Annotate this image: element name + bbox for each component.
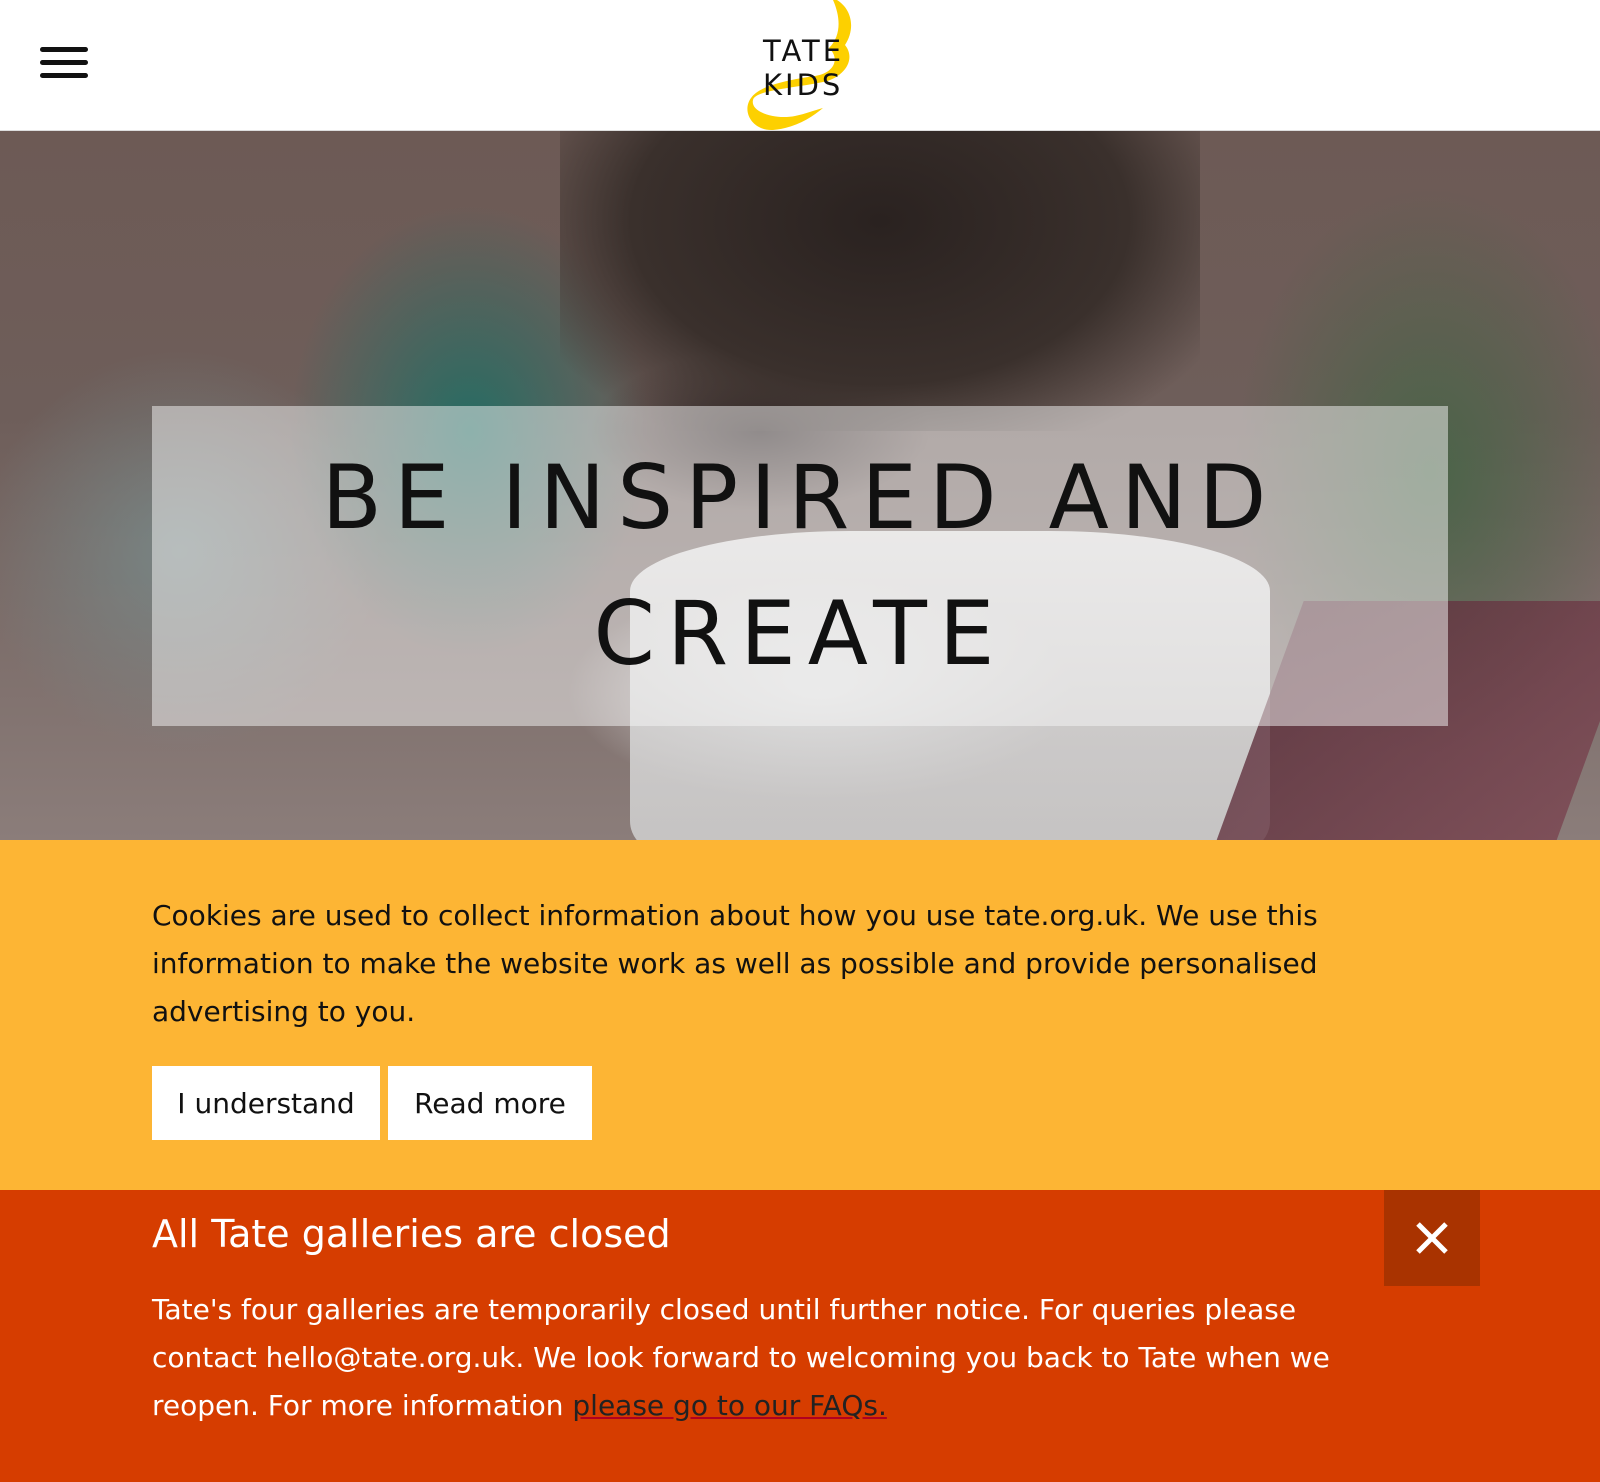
close-icon	[1416, 1222, 1448, 1254]
logo-text: TATE KIDS	[763, 34, 844, 102]
site-header: TATE KIDS	[0, 0, 1600, 131]
hero-title-box: BE INSPIRED AND CREATE	[152, 406, 1448, 726]
logo-line-1: TATE	[763, 34, 845, 68]
alert-body: Tate's four galleries are temporarily cl…	[152, 1286, 1362, 1430]
close-alert-button[interactable]	[1384, 1190, 1480, 1286]
alert-title: All Tate galleries are closed	[152, 1212, 671, 1256]
faqs-link[interactable]: please go to our FAQs.	[572, 1389, 886, 1422]
hamburger-menu-icon[interactable]	[40, 45, 88, 81]
logo-line-2: KIDS	[763, 68, 844, 102]
i-understand-button[interactable]: I understand	[152, 1066, 380, 1140]
hero-title: BE INSPIRED AND CREATE	[321, 446, 1279, 685]
hero-image-hair	[560, 131, 1200, 431]
cookie-message: Cookies are used to collect information …	[152, 899, 1318, 1028]
closure-alert: All Tate galleries are closed Tate's fou…	[0, 1190, 1600, 1482]
tate-kids-logo[interactable]: TATE KIDS	[745, 0, 875, 131]
read-more-button[interactable]: Read more	[388, 1066, 592, 1140]
cookie-banner: Cookies are used to collect information …	[0, 840, 1600, 1190]
hero-banner: BE INSPIRED AND CREATE	[0, 131, 1600, 840]
